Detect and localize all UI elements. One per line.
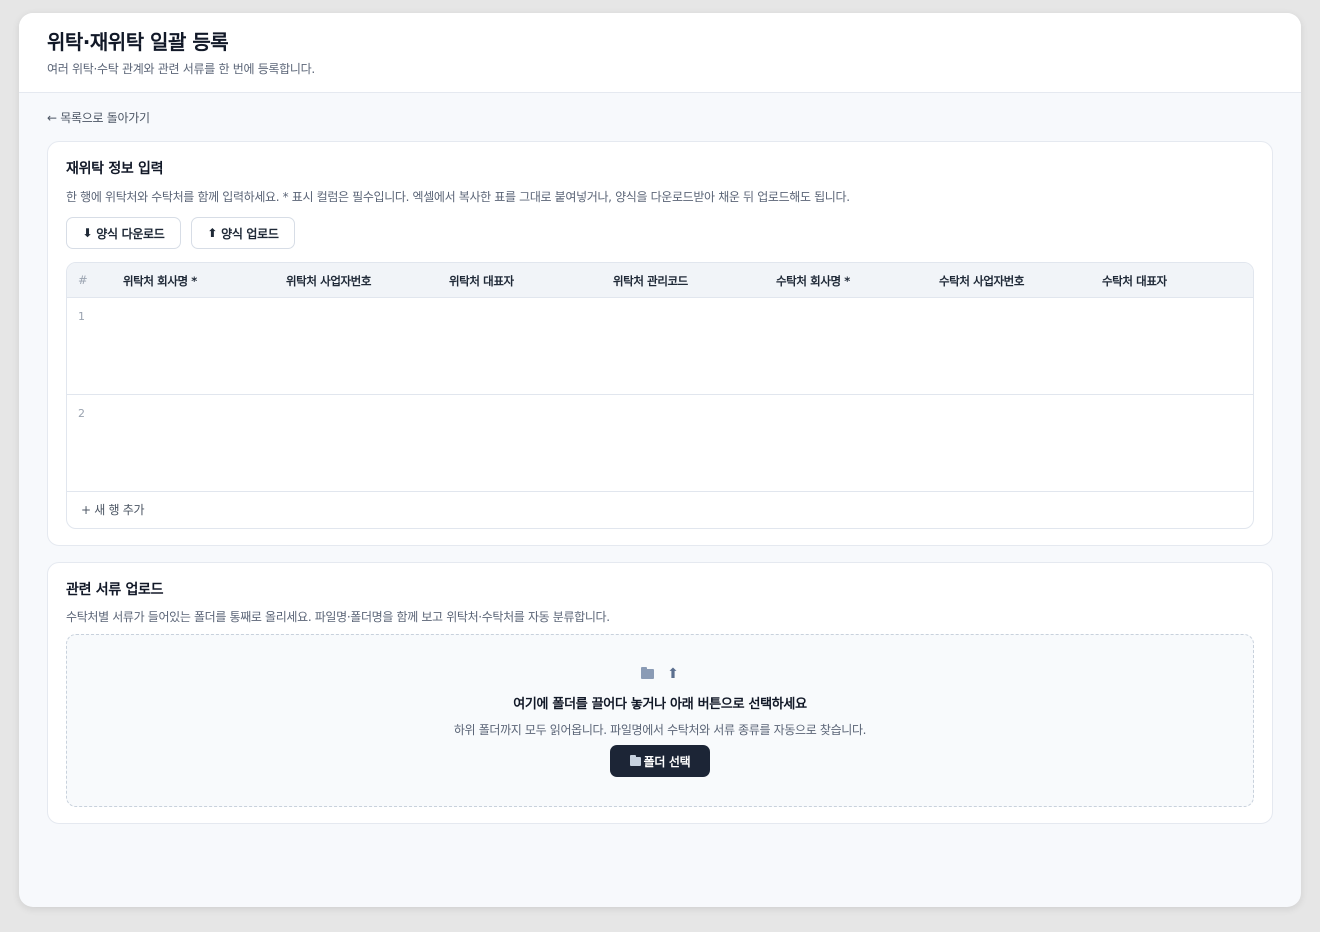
page-subtitle: 여러 위탁·수탁 관계와 관련 서류를 한 번에 등록합니다. [47,62,315,76]
arrow-up-icon: ⬆ [667,666,679,682]
section-title: 재위탁 정보 입력 [66,161,164,177]
download-arrow-icon: ⬇ [82,226,93,240]
documents-upload-card: 관련 서류 업로드 수탁처별 서류가 들어있는 폴더를 통째로 올리세요. 파일… [47,562,1273,824]
template-upload-button[interactable]: ⬆ 양식 업로드 [191,217,295,249]
folder-icon [641,666,655,679]
page-title: 위탁·재위탁 일괄 등록 [47,30,229,54]
table-row[interactable]: 1 [67,298,1253,395]
dropzone-description: 하위 폴더까지 모두 읽어옵니다. 파일명에서 수탁처와 서류 종류를 자동으로… [453,723,867,737]
subcontract-table: # 위탁처 회사명 * 위탁처 사업자번호 위탁처 대표자 위탁처 관리코드 수… [66,262,1254,529]
subcontract-info-card: 재위탁 정보 입력 한 행에 위탁처와 수탁처를 함께 입력하세요. * 표시 … [47,141,1273,546]
section-description: 한 행에 위탁처와 수탁처를 함께 입력하세요. * 표시 컬럼은 필수입니다.… [66,190,850,204]
back-to-list-link[interactable]: ← 목록으로 돌아가기 [47,109,150,126]
row-number: 1 [78,310,85,323]
dropzone-icons: ⬆ [67,663,1253,682]
template-upload-label: 양식 업로드 [221,226,279,241]
row-number: 2 [78,407,85,420]
page-header: 위탁·재위탁 일괄 등록 여러 위탁·수탁 관계와 관련 서류를 한 번에 등록… [19,13,1301,93]
folder-icon [629,754,641,766]
column-header-consignor-name: 위탁처 회사명 * [123,274,197,288]
select-folder-label: 폴더 선택 [643,754,691,769]
column-header-consignor-code: 위탁처 관리코드 [613,274,688,288]
column-header-consignor-bizno: 위탁처 사업자번호 [286,274,372,288]
column-header-consignee-bizno: 수탁처 사업자번호 [939,274,1025,288]
section-title: 관련 서류 업로드 [66,582,164,598]
table-header: # 위탁처 회사명 * 위탁처 사업자번호 위탁처 대표자 위탁처 관리코드 수… [67,263,1253,298]
template-download-label: 양식 다운로드 [96,226,165,241]
upload-arrow-icon: ⬆ [207,226,218,240]
select-folder-button[interactable]: 폴더 선택 [610,745,710,777]
section-description: 수탁처별 서류가 들어있는 폴더를 통째로 올리세요. 파일명·폴더명을 함께 … [66,610,610,624]
column-header-consignor-ceo: 위탁처 대표자 [449,274,514,288]
table-row[interactable]: 2 [67,395,1253,492]
app-window: 위탁·재위탁 일괄 등록 여러 위탁·수탁 관계와 관련 서류를 한 번에 등록… [19,13,1301,907]
column-header-index: # [78,273,88,287]
template-download-button[interactable]: ⬇ 양식 다운로드 [66,217,181,249]
folder-dropzone[interactable]: ⬆ 여기에 폴더를 끌어다 놓거나 아래 버튼으로 선택하세요 하위 폴더까지 … [66,634,1254,807]
column-header-consignee-name: 수탁처 회사명 * [776,274,850,288]
column-header-consignee-ceo: 수탁처 대표자 [1102,274,1167,288]
add-row-button[interactable]: + 새 행 추가 [81,501,145,518]
dropzone-title: 여기에 폴더를 끌어다 놓거나 아래 버튼으로 선택하세요 [513,697,807,712]
